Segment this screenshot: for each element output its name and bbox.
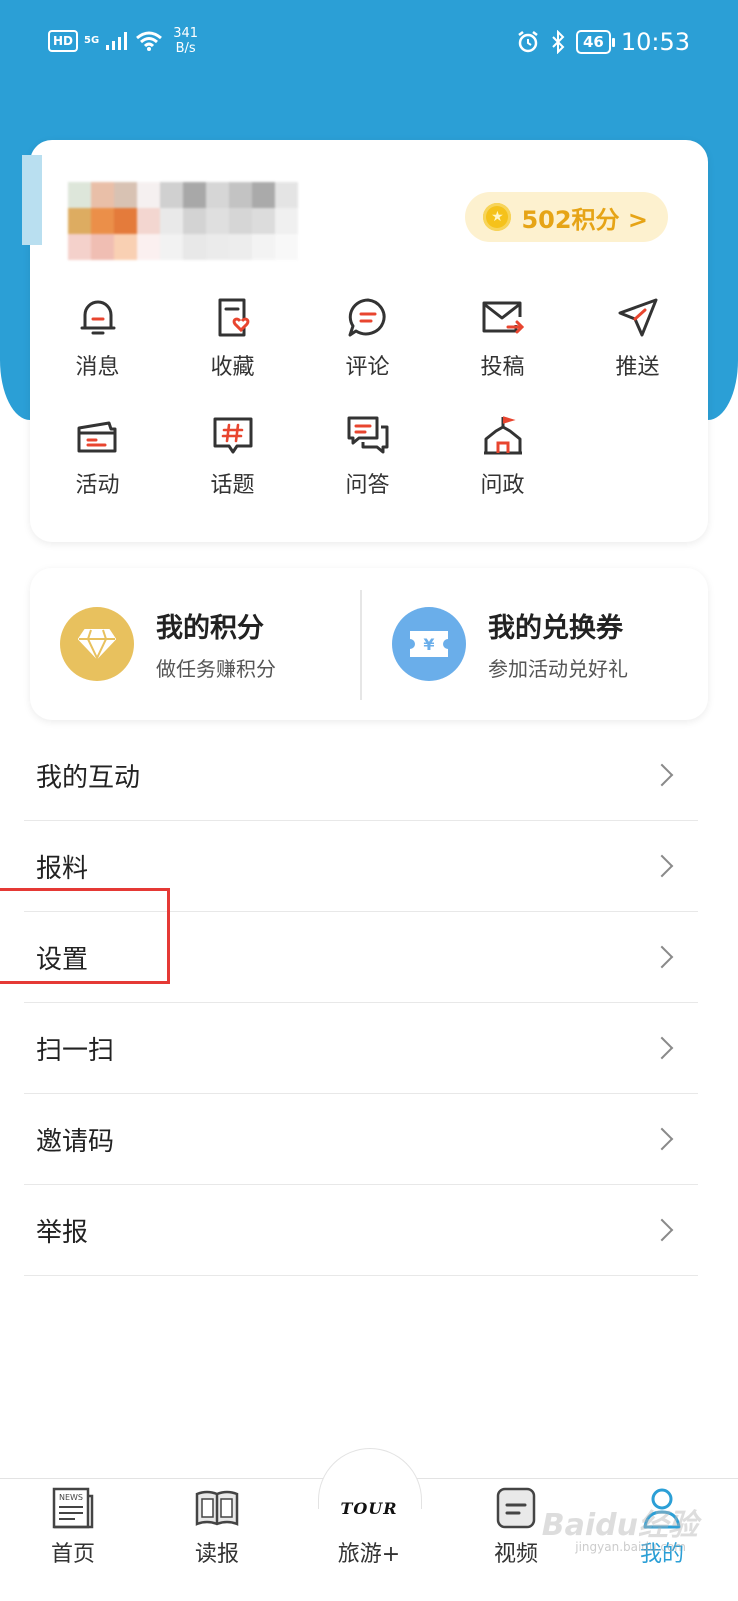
- grid-item-activities[interactable]: 活动: [30, 413, 165, 531]
- favorite-doc-icon: [218, 298, 249, 337]
- tab-home[interactable]: NEWS 首页: [23, 1486, 123, 1568]
- tour-logo: TOUR: [340, 1498, 398, 1518]
- mail-send-icon: [482, 301, 524, 334]
- tab-label: 视频: [493, 1542, 538, 1567]
- my-points-title: 我的积分: [156, 613, 264, 644]
- grid-label: 收藏: [210, 355, 255, 380]
- clock: 10:53: [620, 28, 690, 56]
- grid-item-push[interactable]: 推送: [570, 295, 705, 413]
- profile-card: ★ 502积分 > 消息 收藏 评论 投稿 推送 活动 话题 问答 问政: [22, 140, 708, 542]
- menu-item-label: 举报: [36, 1217, 89, 1248]
- settings-highlight-annotation: [0, 888, 170, 984]
- network-speed: 341 B/s: [173, 26, 199, 56]
- svg-text:NEWS: NEWS: [59, 1493, 83, 1502]
- my-points-subtitle: 做任务赚积分: [156, 657, 276, 681]
- tab-label: 旅游+: [337, 1542, 401, 1567]
- bluetooth-icon: [552, 30, 565, 54]
- menu-list: 我的互动 报料 设置 扫一扫 邀请码 举报: [24, 730, 698, 1276]
- grid-item-favorites[interactable]: 收藏: [165, 295, 300, 413]
- feature-grid: 消息 收藏 评论 投稿 推送 活动 话题 问答 问政: [30, 295, 708, 531]
- grid-item-gov-affairs[interactable]: 问政: [435, 413, 570, 531]
- my-vouchers-entry[interactable]: ¥ 我的兑换券 参加活动兑好礼: [392, 568, 628, 720]
- hashtag-icon: [213, 417, 252, 454]
- watermark: Baidu经验: [541, 1508, 698, 1543]
- points-label: 502积分 >: [521, 205, 648, 234]
- grid-label: 活动: [75, 473, 120, 498]
- comment-icon: [348, 298, 386, 337]
- menu-item-invite-code[interactable]: 邀请码: [24, 1094, 698, 1185]
- grid-label: 问答: [345, 473, 390, 498]
- points-badge[interactable]: ★ 502积分 >: [465, 192, 668, 242]
- hd-indicator: HD: [48, 30, 79, 52]
- status-bar: HD 5G 341 B/s 46 10:53: [0, 0, 738, 84]
- menu-item-scan[interactable]: 扫一扫: [24, 1003, 698, 1094]
- coin-icon: ★: [483, 203, 512, 231]
- tab-tourism[interactable]: TOUR 旅游+: [319, 1486, 419, 1568]
- ticket-icon: [77, 421, 116, 453]
- menu-item-report[interactable]: 举报: [24, 1185, 698, 1276]
- my-vouchers-title: 我的兑换券: [488, 613, 623, 644]
- newspaper-icon: [195, 1490, 239, 1526]
- voucher-icon: ¥: [392, 607, 466, 681]
- avatar[interactable]: [68, 182, 298, 262]
- menu-item-label: 报料: [36, 853, 89, 884]
- network-type: 5G: [84, 35, 100, 46]
- government-building-icon: [483, 416, 522, 455]
- video-icon: [496, 1487, 536, 1529]
- news-icon: NEWS: [52, 1487, 94, 1529]
- chat-bubbles-icon: [347, 416, 388, 454]
- battery-indicator: 46: [575, 30, 615, 54]
- signal-icon: [106, 32, 128, 50]
- wifi-icon: [136, 31, 163, 51]
- my-vouchers-subtitle: 参加活动兑好礼: [488, 657, 628, 681]
- grid-label: 问政: [480, 473, 525, 498]
- grid-item-topics[interactable]: 话题: [165, 413, 300, 531]
- grid-item-comments[interactable]: 评论: [300, 295, 435, 413]
- menu-item-my-interactions[interactable]: 我的互动: [24, 730, 698, 821]
- chevron-right-icon: [650, 1218, 674, 1242]
- watermark-url: jingyan.baidu.com: [575, 1540, 686, 1554]
- alarm-icon: [518, 31, 538, 53]
- rewards-card: 我的积分 做任务赚积分 ¥ 我的兑换券 参加活动兑好礼: [30, 568, 708, 720]
- grid-item-messages[interactable]: 消息: [30, 295, 165, 413]
- grid-item-submit[interactable]: 投稿: [435, 295, 570, 413]
- chevron-right-icon: [650, 854, 674, 878]
- diamond-icon: [60, 607, 134, 681]
- grid-label: 话题: [210, 473, 255, 498]
- tab-label: 读报: [194, 1542, 239, 1567]
- grid-item-qa[interactable]: 问答: [300, 413, 435, 531]
- chevron-right-icon: [650, 945, 674, 969]
- avatar-decoration: [22, 155, 42, 245]
- svg-text:¥: ¥: [423, 635, 434, 654]
- grid-label: 推送: [615, 355, 660, 380]
- my-points-entry[interactable]: 我的积分 做任务赚积分: [60, 568, 276, 720]
- divider: [360, 590, 362, 700]
- send-arrow-icon: [618, 298, 657, 337]
- menu-item-label: 我的互动: [36, 762, 141, 793]
- chevron-right-icon: [650, 1127, 674, 1151]
- tab-newspaper[interactable]: 读报: [167, 1486, 267, 1568]
- bell-icon: [80, 300, 115, 335]
- chevron-right-icon: [650, 763, 674, 787]
- menu-item-label: 邀请码: [36, 1126, 115, 1157]
- chevron-right-icon: [650, 1036, 674, 1060]
- grid-label: 评论: [345, 355, 390, 380]
- grid-label: 投稿: [480, 355, 525, 380]
- grid-label: 消息: [75, 355, 120, 380]
- tab-label: 首页: [50, 1542, 95, 1567]
- menu-item-label: 扫一扫: [36, 1035, 115, 1066]
